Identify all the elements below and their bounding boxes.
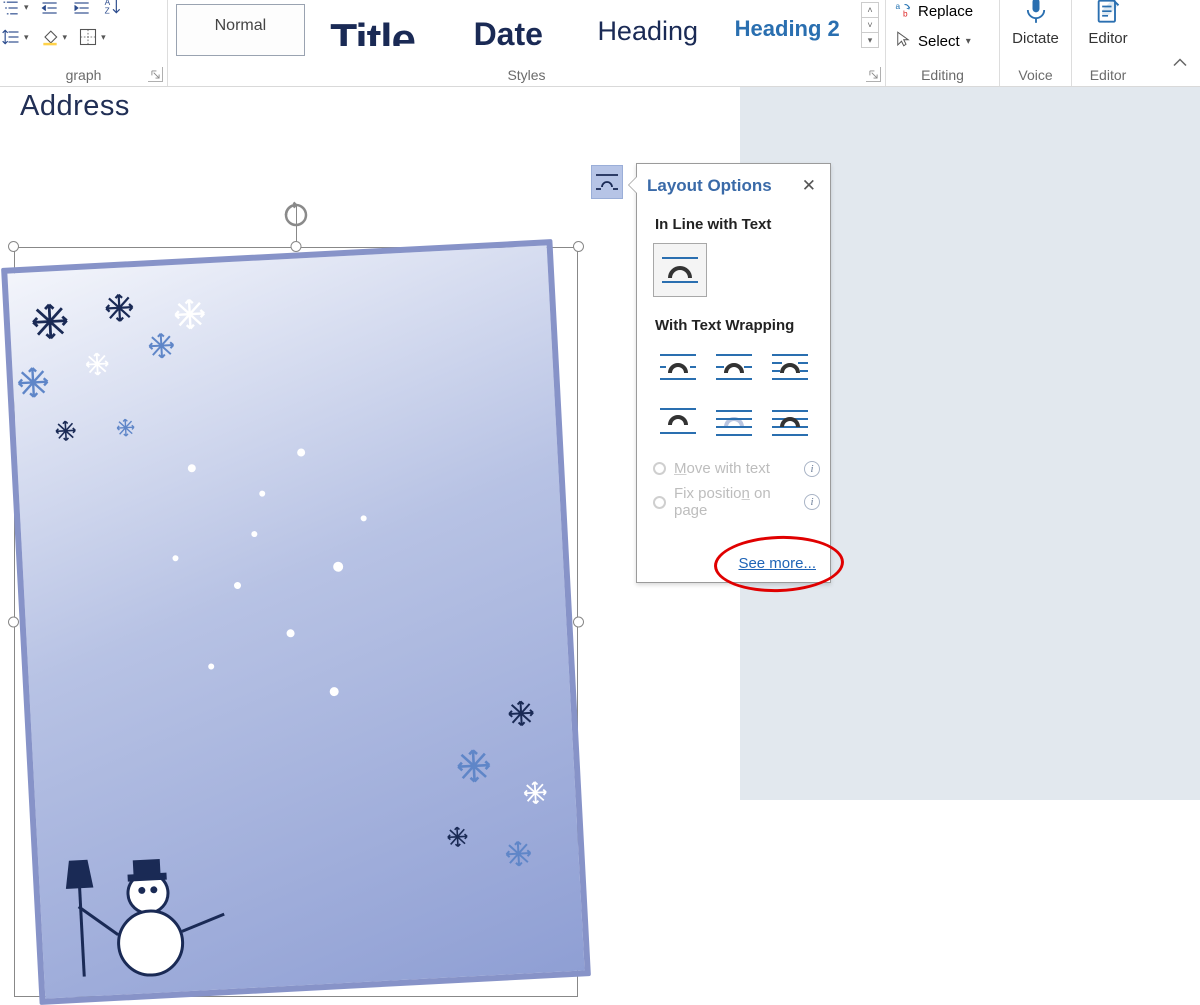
flyout-title: Layout Options (647, 176, 772, 196)
radio-icon (653, 496, 666, 509)
snowflakes-bottom (410, 680, 591, 909)
increase-indent-button[interactable] (71, 0, 93, 19)
styles-dialog-launcher[interactable] (866, 67, 881, 82)
style-label: Heading (597, 18, 698, 46)
ribbon-group-label: graph (0, 67, 167, 83)
snowman-icon (54, 819, 243, 1005)
wrap-square[interactable] (653, 344, 703, 390)
svg-text:b: b (903, 10, 908, 19)
info-icon[interactable]: i (804, 494, 820, 510)
more-styles-icon[interactable]: ▾ (862, 33, 878, 47)
indent-left-icon (39, 0, 61, 19)
sort-button[interactable]: AZ (103, 0, 123, 19)
see-more-link[interactable]: See more... (738, 555, 816, 572)
select-label: Select (918, 33, 960, 50)
replace-icon: ab (894, 0, 912, 22)
ribbon-group-styles: Normal Title Date Heading Heading 2 ˄ ˅ … (168, 0, 886, 86)
microphone-icon[interactable] (1022, 0, 1050, 28)
ribbon-group-editing: ab Replace Select ▾ Editing (886, 0, 1000, 86)
resize-handle-w[interactable] (8, 617, 19, 628)
ribbon-group-editor: Editor Editor (1072, 0, 1144, 86)
replace-button[interactable]: ab Replace (894, 0, 973, 22)
svg-text:Z: Z (104, 6, 109, 16)
inline-section-label: In Line with Text (655, 216, 820, 233)
resize-handle-ne[interactable] (573, 241, 584, 252)
move-with-text-radio: Move with text i (653, 460, 820, 477)
chevron-up-icon[interactable]: ˄ (862, 3, 878, 18)
decrease-indent-button[interactable] (39, 0, 61, 19)
style-label: Title (330, 18, 415, 46)
collapse-ribbon-button[interactable] (1170, 54, 1190, 74)
style-label: Normal (215, 18, 267, 46)
style-gallery[interactable]: Normal Title Date Heading Heading 2 (176, 0, 855, 56)
style-date[interactable]: Date (440, 4, 576, 56)
wrap-top-bottom[interactable] (653, 398, 703, 444)
radio-icon (653, 462, 666, 475)
multilevel-list-button[interactable]: ▾ (0, 0, 29, 19)
replace-label: Replace (918, 3, 973, 20)
editor-label[interactable]: Editor (1088, 30, 1127, 47)
borders-button[interactable]: ▾ (77, 26, 106, 48)
winter-image (1, 239, 591, 1005)
flyout-pointer (628, 176, 637, 194)
style-title[interactable]: Title (305, 4, 441, 56)
info-icon[interactable]: i (804, 461, 820, 477)
style-normal[interactable]: Normal (176, 4, 305, 56)
line-spacing-button[interactable]: ▾ (0, 26, 29, 48)
svg-text:a: a (896, 2, 901, 11)
snowflakes-top (1, 272, 249, 504)
ribbon-group-label: Editing (886, 67, 999, 83)
close-button[interactable]: ✕ (798, 176, 820, 196)
style-heading2[interactable]: Heading 2 (719, 4, 855, 56)
style-label: Heading 2 (735, 18, 840, 46)
rotation-handle[interactable] (281, 200, 311, 235)
selected-image[interactable] (14, 247, 578, 997)
ribbon-group-label: Voice (1000, 67, 1071, 83)
address-heading: Address (20, 90, 130, 123)
resize-handle-e[interactable] (573, 617, 584, 628)
wrap-front[interactable] (765, 398, 815, 444)
paragraph-dialog-launcher[interactable] (148, 67, 163, 82)
editor-icon[interactable] (1094, 0, 1122, 28)
cursor-icon (894, 30, 912, 52)
fix-position-radio: Fix position on page i (653, 485, 820, 519)
ribbon-group-label: Styles (168, 67, 885, 83)
wrap-inline[interactable] (653, 243, 707, 297)
wrap-behind[interactable] (709, 398, 759, 444)
wrap-tight[interactable] (709, 344, 759, 390)
indent-right-icon (71, 0, 93, 19)
shading-button[interactable]: ▾ (39, 26, 68, 48)
style-gallery-scrollbar[interactable]: ˄ ˅ ▾ (861, 2, 879, 48)
line-spacing-icon (0, 26, 22, 48)
ribbon: ▾ AZ ▾ (0, 0, 1200, 87)
paint-bucket-icon (39, 26, 61, 48)
list-icon (0, 0, 22, 19)
dictate-label[interactable]: Dictate (1012, 30, 1059, 47)
borders-icon (77, 26, 99, 48)
resize-handle-n[interactable] (291, 241, 302, 252)
wrap-through[interactable] (765, 344, 815, 390)
ribbon-group-label: Editor (1072, 67, 1144, 83)
layout-options-flyout: Layout Options ✕ In Line with Text With … (636, 163, 831, 583)
ribbon-group-voice: Dictate Voice (1000, 0, 1072, 86)
wrap-section-label: With Text Wrapping (655, 317, 820, 334)
chevron-down-icon[interactable]: ˅ (862, 18, 878, 33)
style-label: Date (474, 18, 543, 46)
select-button[interactable]: Select ▾ (894, 30, 973, 52)
resize-handle-nw[interactable] (8, 241, 19, 252)
ribbon-group-paragraph: ▾ AZ ▾ (0, 0, 168, 86)
style-heading[interactable]: Heading (576, 4, 719, 56)
layout-options-toggle[interactable] (591, 165, 623, 199)
